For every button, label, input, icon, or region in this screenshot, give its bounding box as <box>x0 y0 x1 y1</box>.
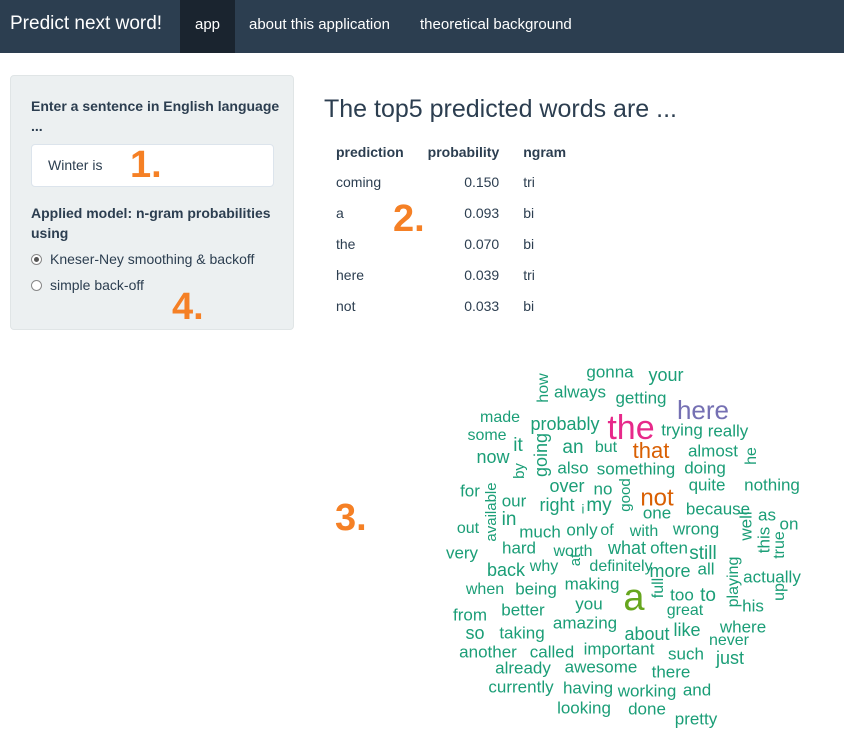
cloud-word: taking <box>499 623 544 642</box>
cloud-word: going <box>531 433 551 477</box>
cloud-word: looking <box>557 698 611 717</box>
cloud-word: getting <box>615 388 666 407</box>
cloud-word: on <box>780 514 799 533</box>
cloud-word: when <box>465 581 504 598</box>
cloud-word: in <box>502 509 517 530</box>
cloud-word: i <box>582 501 585 516</box>
cloud-word: important <box>584 639 655 658</box>
cloud-word: an <box>562 437 583 458</box>
cloud-word: but <box>595 439 618 456</box>
cloud-word: good <box>617 478 634 511</box>
cloud-word: why <box>529 558 558 575</box>
cloud-word: playing <box>725 557 742 608</box>
cloud-word: better <box>501 600 545 619</box>
cloud-word: trying <box>661 420 703 439</box>
cloud-word: some <box>467 427 506 444</box>
cloud-word: something <box>597 459 675 478</box>
cloud-word: being <box>515 579 557 598</box>
cloud-word: nothing <box>744 475 800 494</box>
cloud-word: available <box>483 482 500 541</box>
word-cloud: gonna yourhow always gettingmade the heresome… <box>446 362 801 728</box>
cloud-word: what <box>607 538 646 558</box>
cloud-word: also <box>557 458 588 477</box>
cloud-word: gonna <box>586 362 634 381</box>
cloud-word: from <box>453 605 487 624</box>
cloud-word: often <box>650 538 688 557</box>
cloud-word: great <box>667 602 704 619</box>
cloud-word: you <box>575 594 602 613</box>
cloud-word: awesome <box>565 657 638 676</box>
cloud-word: only <box>566 520 598 539</box>
cloud-word: at <box>567 553 584 566</box>
cloud-word: over <box>549 476 584 496</box>
cloud-word: his <box>742 596 764 615</box>
cloud-word: a <box>623 577 645 619</box>
cloud-word: definitely <box>589 558 652 575</box>
cloud-word: all <box>697 559 714 578</box>
cloud-word: more <box>649 561 690 581</box>
cloud-word: by <box>511 463 528 479</box>
cloud-word: wrong <box>672 519 719 538</box>
cloud-word: working <box>617 681 677 700</box>
cloud-word: pretty <box>675 709 718 728</box>
cloud-word: just <box>715 648 744 668</box>
cloud-word: done <box>628 699 666 718</box>
cloud-word: hard <box>502 538 536 557</box>
cloud-word: making <box>565 574 620 593</box>
cloud-word: true <box>771 531 788 559</box>
cloud-word: full <box>650 578 667 598</box>
cloud-word: as <box>758 505 776 524</box>
cloud-word: like <box>673 620 700 640</box>
cloud-word: always <box>554 382 606 401</box>
cloud-word: of <box>600 522 614 539</box>
cloud-word: so <box>465 623 484 643</box>
cloud-word: out <box>457 520 480 537</box>
cloud-word: up <box>771 583 788 601</box>
cloud-word: one <box>643 503 671 522</box>
cloud-word: our <box>502 491 527 510</box>
cloud-word: he <box>743 447 760 465</box>
cloud-word: well <box>736 511 755 541</box>
cloud-word: amazing <box>553 613 617 632</box>
cloud-word: your <box>648 365 683 385</box>
cloud-word: for <box>460 481 480 500</box>
cloud-word: how <box>535 373 552 403</box>
cloud-word: and <box>683 680 711 699</box>
cloud-word: currently <box>488 677 554 696</box>
cloud-word: now <box>476 447 510 467</box>
cloud-word: right <box>539 495 574 515</box>
cloud-word: really <box>708 421 749 440</box>
cloud-word: very <box>446 543 479 562</box>
cloud-word: made <box>480 409 520 426</box>
cloud-word: there <box>652 662 691 681</box>
cloud-word: probably <box>530 414 599 434</box>
cloud-word: my <box>586 495 612 516</box>
cloud-word: having <box>563 678 613 697</box>
cloud-word: it <box>513 435 523 456</box>
cloud-word: already <box>495 658 551 677</box>
cloud-word: never <box>709 632 750 649</box>
cloud-word: such <box>668 644 704 663</box>
cloud-word: back <box>487 560 526 580</box>
cloud-word: quite <box>689 475 726 494</box>
